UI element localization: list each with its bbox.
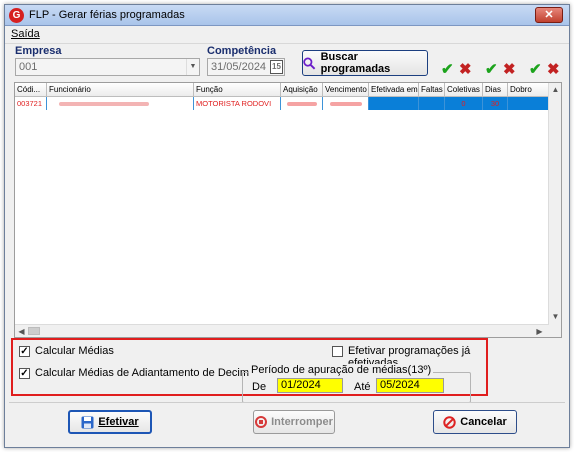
col-aquisicao[interactable]: Aquisição xyxy=(281,83,323,97)
ate-field[interactable]: 05/2024 xyxy=(376,378,444,393)
de-field[interactable]: 01/2024 xyxy=(277,378,343,393)
redacted-date xyxy=(287,102,317,107)
check-all-icon[interactable]: ✔ xyxy=(485,62,498,77)
redacted-name xyxy=(59,102,149,107)
col-coletivas[interactable]: Coletivas xyxy=(445,83,483,97)
scroll-right-icon[interactable]: ▶ xyxy=(533,325,546,337)
col-vencimento[interactable]: Vencimento xyxy=(323,83,369,97)
stop-icon xyxy=(255,416,268,428)
col-faltas[interactable]: Faltas xyxy=(419,83,445,97)
competencia-value: 31/05/2024 xyxy=(211,61,267,73)
search-icon xyxy=(303,57,316,70)
window: G FLP - Gerar férias programadas ✕ Saída… xyxy=(4,4,570,448)
grid-header: Códi... Funcionário Função Aquisição Ven… xyxy=(15,83,549,97)
cell-codigo[interactable]: 003721 xyxy=(15,97,47,110)
scroll-down-icon[interactable]: ▼ xyxy=(549,310,561,323)
efetivar-label: Efetivar xyxy=(98,416,139,428)
scroll-left-icon[interactable]: ◀ xyxy=(15,325,28,337)
scroll-up-icon[interactable]: ▲ xyxy=(549,83,561,96)
table-row[interactable]: 003721 MOTORISTA RODOVI 0 30 xyxy=(15,97,549,110)
check-all-icon[interactable]: ✔ xyxy=(529,62,542,77)
save-icon xyxy=(81,416,94,428)
cell-coletivas[interactable]: 0 xyxy=(445,97,483,110)
medias-adiantamento-checkbox[interactable]: ✓ xyxy=(19,368,30,379)
chevron-down-icon[interactable]: ▼ xyxy=(186,59,199,75)
horizontal-scrollbar[interactable]: ◀ ▶ xyxy=(15,324,549,337)
col-dobro[interactable]: Dobro xyxy=(508,83,549,97)
cell-efetivada-em[interactable] xyxy=(369,97,419,110)
interromper-button[interactable]: Interromper xyxy=(253,410,335,434)
cancelar-button[interactable]: Cancelar xyxy=(433,410,517,434)
app-logo-icon: G xyxy=(9,8,24,23)
col-codigo[interactable]: Códi... xyxy=(15,83,47,97)
cell-dias[interactable]: 30 xyxy=(483,97,508,110)
cancelar-label: Cancelar xyxy=(460,416,507,428)
vertical-scrollbar[interactable]: ▲ ▼ xyxy=(548,83,561,337)
uncheck-all-icon[interactable]: ✖ xyxy=(547,62,560,77)
col-funcao[interactable]: Função xyxy=(194,83,281,97)
competencia-date-field[interactable]: 31/05/2024 15 xyxy=(207,58,285,76)
buscar-label: Buscar programadas xyxy=(320,51,391,75)
close-button[interactable]: ✕ xyxy=(535,7,563,23)
ate-label: Até xyxy=(354,381,371,393)
col-funcionario[interactable]: Funcionário xyxy=(47,83,194,97)
buscar-programadas-button[interactable]: Buscar programadas xyxy=(302,50,428,76)
ferias-grid[interactable]: Códi... Funcionário Função Aquisição Ven… xyxy=(14,82,562,338)
efetivar-button[interactable]: Efetivar xyxy=(68,410,152,434)
competencia-label: Competência xyxy=(207,45,277,57)
calcular-medias-label: Calcular Médias xyxy=(35,345,114,357)
options-panel: ✓ Calcular Médias Efetivar programações … xyxy=(11,338,488,403)
uncheck-all-icon[interactable]: ✖ xyxy=(503,62,516,77)
uncheck-all-icon[interactable]: ✖ xyxy=(459,62,472,77)
col-efetivada-em[interactable]: Efetivada em xyxy=(369,83,419,97)
empresa-label: Empresa xyxy=(15,45,62,57)
cell-funcao[interactable]: MOTORISTA RODOVI xyxy=(194,97,281,110)
col-dias[interactable]: Dias xyxy=(483,83,508,97)
de-label: De xyxy=(252,381,267,393)
calcular-medias-checkbox[interactable]: ✓ xyxy=(19,346,30,357)
calendar-icon[interactable]: 15 xyxy=(270,60,283,74)
cancel-icon xyxy=(443,415,456,429)
menu-item-saida[interactable]: Saída xyxy=(11,28,40,40)
cell-aquisicao[interactable] xyxy=(281,97,323,110)
scroll-thumb[interactable] xyxy=(28,327,40,335)
efetivar-ja-efetivadas-checkbox[interactable] xyxy=(332,346,343,357)
cell-vencimento[interactable] xyxy=(323,97,369,110)
periodo-title: Período de apuração de médias(13º) xyxy=(249,364,434,376)
check-all-icon[interactable]: ✔ xyxy=(441,62,454,77)
menu-bar: Saída xyxy=(5,26,569,44)
cell-dobro[interactable] xyxy=(508,97,549,110)
cell-funcionario[interactable] xyxy=(47,97,194,110)
redacted-date xyxy=(330,102,362,107)
empresa-combo[interactable]: 001 ▼ xyxy=(15,58,200,76)
title-bar: G FLP - Gerar férias programadas ✕ xyxy=(5,5,569,26)
divider xyxy=(9,402,565,403)
empresa-value: 001 xyxy=(19,61,38,73)
cell-faltas[interactable] xyxy=(419,97,445,110)
window-title: FLP - Gerar férias programadas xyxy=(29,9,185,21)
interromper-label: Interromper xyxy=(271,416,333,428)
